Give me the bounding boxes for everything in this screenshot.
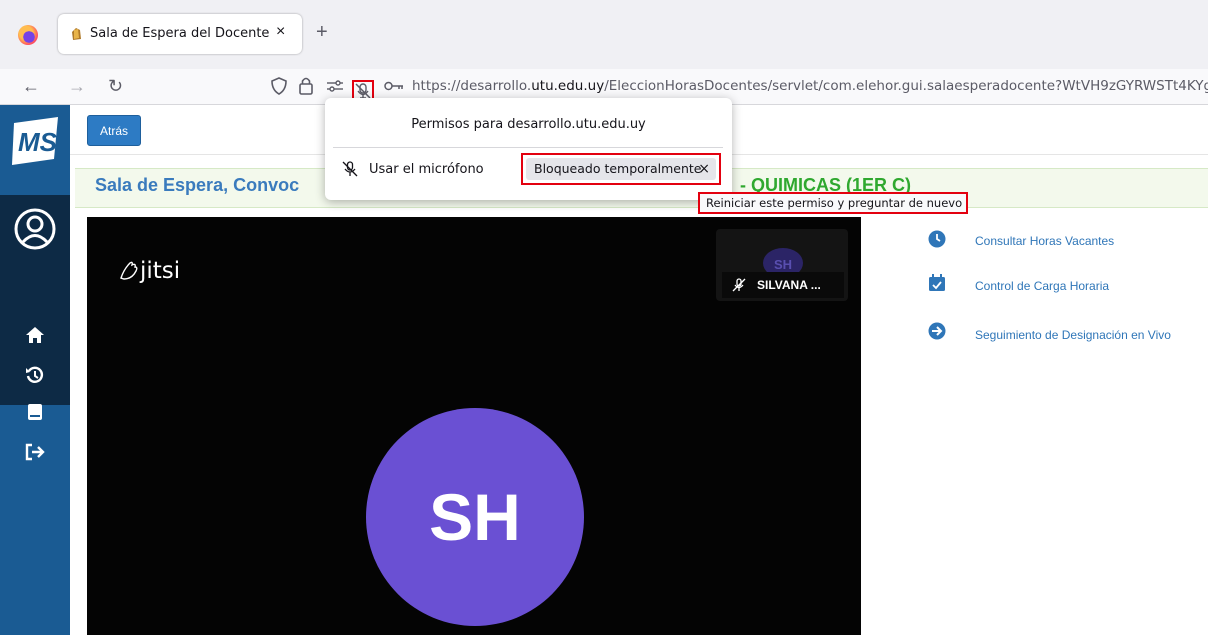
key-icon[interactable] (384, 81, 404, 91)
calendar-check-icon (929, 274, 945, 291)
lock-icon[interactable] (298, 76, 314, 96)
participant-avatar: SH (366, 408, 584, 626)
jitsi-hand-icon (120, 261, 138, 280)
back-arrow-icon[interactable]: ← (22, 75, 40, 97)
app-logo[interactable]: MS (8, 113, 64, 189)
app-sidebar: MS (0, 105, 70, 635)
participant-name-label: SILVANA ... (722, 272, 844, 298)
microphone-blocked-icon (342, 161, 358, 177)
permission-state-label: Bloqueado temporalmente (534, 161, 702, 176)
forward-arrow-icon[interactable]: → (68, 75, 86, 97)
permission-label: Usar el micrófono (369, 162, 484, 177)
tab-title: Sala de Espera del Docente (90, 26, 270, 41)
site-favicon-icon (72, 28, 81, 40)
tooltip: Reiniciar este permiso y preguntar de nu… (698, 192, 968, 214)
permissions-title: Permisos para desarrollo.utu.edu.uy (411, 117, 646, 132)
permission-state-chip[interactable]: Bloqueado temporalmente × (521, 153, 721, 185)
site-permissions-panel: Permisos para desarrollo.utu.edu.uy Usar… (325, 98, 732, 200)
page-title: Sala de Espera, Convoc (95, 175, 300, 195)
firefox-logo-icon[interactable] (18, 25, 38, 45)
mic-muted-icon (732, 278, 746, 292)
reload-icon[interactable]: ↻ (108, 75, 123, 97)
clear-permission-icon[interactable]: × (698, 158, 710, 180)
shield-icon[interactable] (271, 77, 287, 95)
link-seguimiento-designacion[interactable]: Seguimiento de Designación en Vivo (975, 328, 1171, 342)
logout-icon[interactable] (24, 443, 46, 461)
permissions-icon[interactable] (326, 80, 344, 92)
jitsi-logo: jitsi (118, 258, 180, 284)
link-consultar-horas[interactable]: Consultar Horas Vacantes (975, 234, 1114, 248)
home-icon[interactable] (24, 326, 46, 344)
svg-text:MS: MS (18, 127, 58, 157)
url-field[interactable]: https://desarrollo.utu.edu.uy/EleccionHo… (412, 78, 1208, 94)
new-tab-button[interactable]: + (316, 22, 328, 42)
browser-tab[interactable]: Sala de Espera del Docente × (58, 14, 302, 54)
divider (333, 147, 723, 148)
back-button[interactable]: Atrás (87, 115, 141, 146)
clock-icon (928, 230, 946, 248)
tab-close-icon[interactable]: × (276, 23, 285, 41)
tab-strip: Sala de Espera del Docente × + (0, 0, 1208, 69)
user-circle-icon[interactable] (13, 207, 57, 251)
link-control-carga[interactable]: Control de Carga Horaria (975, 279, 1109, 293)
arrow-circle-icon (928, 322, 946, 340)
history-icon[interactable] (24, 365, 46, 385)
book-icon[interactable] (24, 403, 46, 421)
